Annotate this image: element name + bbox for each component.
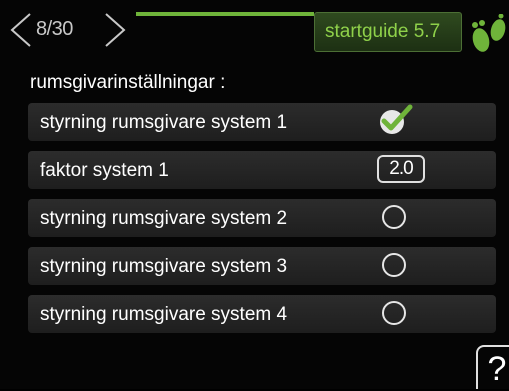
page-indicator: 8/30	[36, 18, 73, 40]
checkbox-system-4[interactable]	[374, 299, 414, 329]
help-icon: ?	[487, 350, 507, 388]
checkbox-system-2[interactable]	[374, 203, 414, 233]
footprints-icon	[472, 14, 506, 52]
guide-title-box: startguide 5.7	[314, 12, 462, 52]
setting-row-system-4-control[interactable]: styrning rumsgivare system 4	[28, 295, 496, 333]
checkbox-system-3[interactable]	[374, 251, 414, 281]
checkmark-icon	[380, 104, 413, 134]
setting-label: styrning rumsgivare system 1	[40, 112, 288, 133]
chevron-left-icon[interactable]	[8, 12, 34, 48]
chevron-right-icon[interactable]	[102, 12, 128, 48]
setting-label: styrning rumsgivare system 4	[40, 304, 288, 325]
section-label: rumsgivarinställningar :	[30, 72, 226, 93]
empty-circle-icon	[382, 301, 406, 325]
setting-label: faktor system 1	[40, 160, 169, 181]
screen: 8/30 startguide 5.7 rumsgivarinställning…	[0, 0, 509, 389]
setting-label: styrning rumsgivare system 2	[40, 208, 288, 229]
setting-row-system-2-control[interactable]: styrning rumsgivare system 2	[28, 199, 496, 237]
setting-label: styrning rumsgivare system 3	[40, 256, 288, 277]
checkbox-system-1[interactable]	[374, 104, 414, 137]
header-bar: 8/30 startguide 5.7	[0, 0, 509, 62]
guide-title: startguide 5.7	[325, 21, 441, 42]
setting-row-system-1-control[interactable]: styrning rumsgivare system 1	[28, 103, 496, 141]
empty-circle-icon	[382, 205, 406, 229]
setting-row-system-3-control[interactable]: styrning rumsgivare system 3	[28, 247, 496, 285]
empty-circle-icon	[382, 253, 406, 277]
header-divider	[136, 12, 314, 16]
help-button[interactable]: ?	[476, 345, 509, 389]
setting-row-factor-system-1[interactable]: faktor system 1 2.0	[28, 151, 496, 189]
factor-value[interactable]: 2.0	[377, 155, 425, 183]
factor-value-control[interactable]: 2.0	[374, 155, 425, 185]
